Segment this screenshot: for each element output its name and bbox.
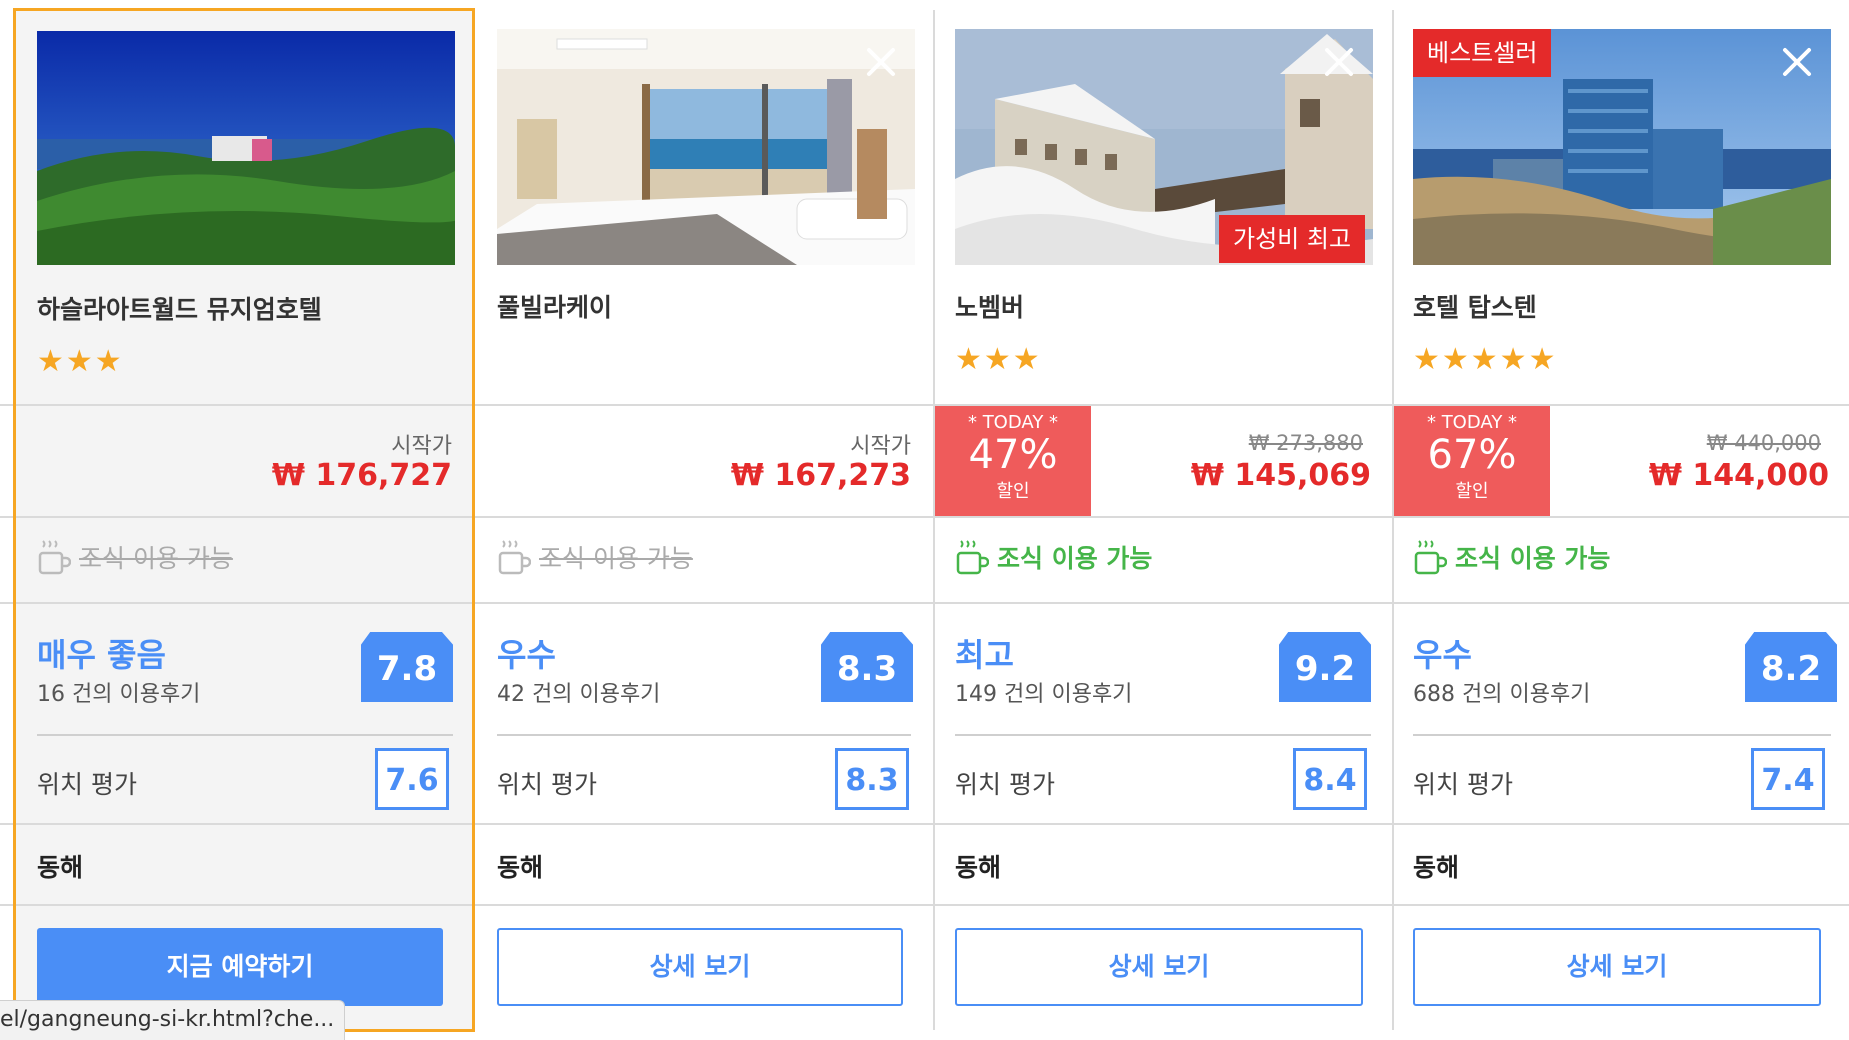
divider — [37, 734, 453, 736]
deal-today-label: * TODAY * — [967, 412, 1059, 433]
region: 동해 — [37, 853, 84, 882]
book-now-button[interactable]: 지금 예약하기 — [37, 928, 443, 1006]
review-count[interactable]: 42 건의 이용후기 — [497, 676, 660, 708]
close-icon[interactable] — [1780, 45, 1814, 79]
hotel-comparison-page: 하슬라아트월드 뮤지엄호텔 ★★★ 시작가 ₩ 176,727 조식 이용 가능… — [0, 0, 1849, 1040]
close-icon[interactable] — [1322, 45, 1356, 79]
deal-percent: 47% — [968, 432, 1058, 478]
rating-word: 최고 — [955, 636, 1014, 674]
view-details-button[interactable]: 상세 보기 — [497, 928, 903, 1006]
row-divider — [0, 823, 1849, 825]
row-divider — [0, 602, 1849, 604]
breakfast-info: 조식 이용 가능 — [37, 537, 233, 577]
divider — [1413, 734, 1831, 736]
breakfast-label: 조식 이용 가능 — [1455, 544, 1611, 573]
review-count[interactable]: 149 건의 이용후기 — [955, 676, 1132, 708]
region: 동해 — [497, 853, 544, 882]
bestseller-badge: 베스트셀러 — [1413, 29, 1552, 77]
view-details-button[interactable]: 상세 보기 — [955, 928, 1363, 1006]
deal-today-label: * TODAY * — [1426, 412, 1518, 433]
discount-badge: * TODAY * 47% 할인 — [935, 406, 1091, 516]
location-label: 위치 평가 — [37, 770, 137, 799]
hotel-photo[interactable] — [37, 31, 455, 265]
hotel-photo[interactable] — [497, 29, 915, 265]
rating-word: 우수 — [497, 636, 556, 674]
breakfast-info: 조식 이용 가능 — [1413, 537, 1610, 577]
breakfast-info: 조식 이용 가능 — [497, 537, 693, 577]
breakfast-label: 조식 이용 가능 — [539, 544, 693, 573]
coffee-cup-icon — [38, 540, 71, 575]
review-count[interactable]: 688 건의 이용후기 — [1413, 676, 1590, 708]
location-label: 위치 평가 — [497, 770, 597, 799]
original-price: ₩ 440,000 — [1706, 431, 1821, 455]
price: ₩ 144,000 — [1648, 458, 1829, 493]
location-score-badge: 7.6 — [375, 748, 449, 810]
review-score-badge: 7.8 — [361, 632, 453, 702]
start-price-label: 시작가 — [850, 434, 911, 459]
deal-label: 할인 — [996, 481, 1030, 502]
region: 동해 — [955, 853, 1002, 882]
location-label: 위치 평가 — [1413, 770, 1513, 799]
review-count[interactable]: 16 건의 이용후기 — [37, 676, 200, 708]
start-price-label: 시작가 — [391, 434, 452, 459]
deal-label: 할인 — [1455, 481, 1489, 502]
review-score-badge: 8.3 — [821, 632, 913, 702]
best-value-badge: 가성비 최고 — [1219, 215, 1366, 263]
breakfast-label: 조식 이용 가능 — [79, 544, 233, 573]
coffee-cup-icon — [1414, 540, 1447, 575]
location-score-badge: 8.3 — [835, 748, 909, 810]
row-divider — [0, 904, 1849, 906]
review-score-badge: 9.2 — [1279, 632, 1371, 702]
location-score-badge: 8.4 — [1293, 748, 1367, 810]
column-divider — [1392, 10, 1394, 1030]
coffee-cup-icon — [498, 540, 531, 575]
coffee-cup-icon — [956, 540, 989, 575]
row-divider — [0, 404, 1849, 406]
hotel-name[interactable]: 노벰버 — [955, 288, 1024, 324]
review-score-badge: 8.2 — [1745, 632, 1837, 702]
row-divider — [0, 516, 1849, 518]
star-rating: ★★★★★ — [1413, 342, 1558, 377]
hotel-name[interactable]: 풀빌라케이 — [497, 288, 612, 324]
star-rating: ★★★ — [955, 342, 1042, 377]
rating-word: 우수 — [1413, 636, 1472, 674]
price: ₩ 176,727 — [271, 458, 452, 493]
column-divider — [933, 10, 935, 1030]
discount-badge: * TODAY * 67% 할인 — [1394, 406, 1550, 516]
divider — [955, 734, 1371, 736]
hotel-name[interactable]: 호텔 탑스텐 — [1413, 288, 1537, 324]
rating-word: 매우 좋음 — [37, 636, 166, 674]
star-rating: ★★★ — [37, 344, 124, 379]
close-icon[interactable] — [864, 45, 898, 79]
view-details-button[interactable]: 상세 보기 — [1413, 928, 1821, 1006]
price: ₩ 145,069 — [1190, 458, 1371, 493]
location-label: 위치 평가 — [955, 770, 1055, 799]
deal-percent: 67% — [1427, 432, 1517, 478]
divider — [497, 734, 911, 736]
status-bar-url: el/gangneung-si-kr.html?che... — [0, 1000, 346, 1040]
original-price: ₩ 273,880 — [1248, 431, 1363, 455]
breakfast-label: 조식 이용 가능 — [997, 544, 1153, 573]
hotel-name[interactable]: 하슬라아트월드 뮤지엄호텔 — [37, 290, 322, 326]
location-score-badge: 7.4 — [1751, 748, 1825, 810]
price: ₩ 167,273 — [730, 458, 911, 493]
breakfast-info: 조식 이용 가능 — [955, 537, 1152, 577]
region: 동해 — [1413, 853, 1460, 882]
